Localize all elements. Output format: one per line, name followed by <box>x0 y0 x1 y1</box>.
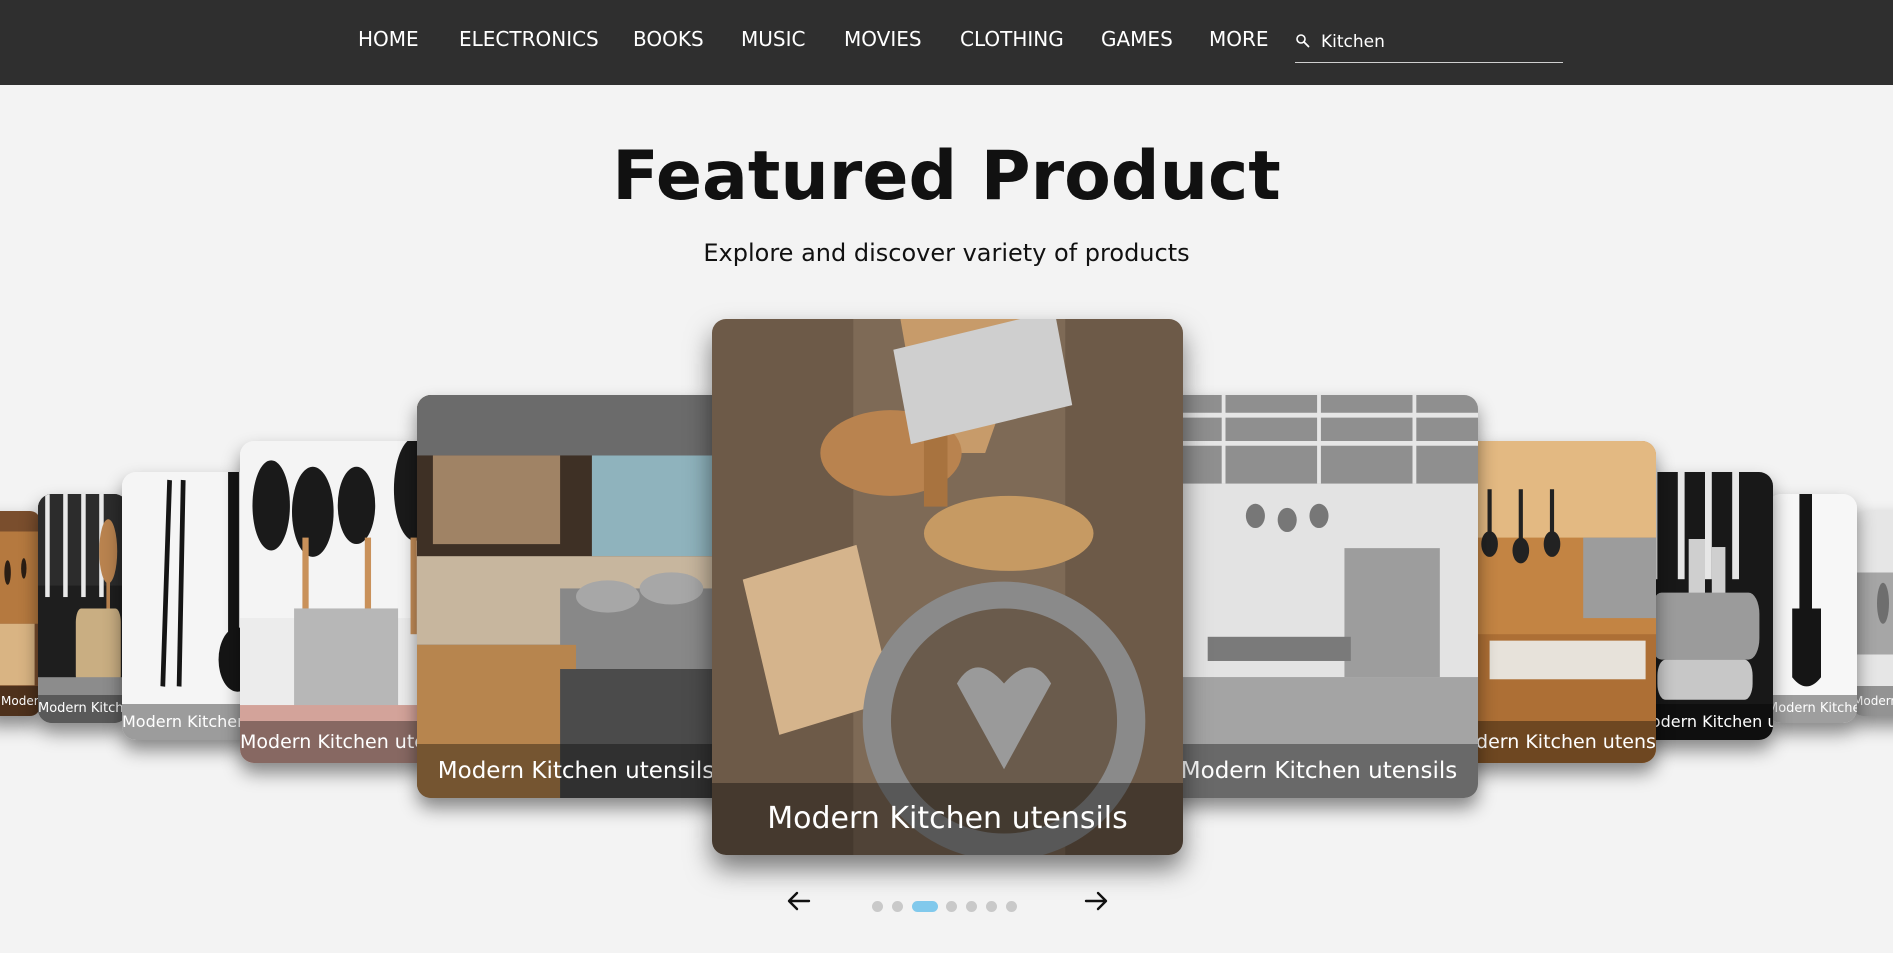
search-input[interactable] <box>1321 27 1557 57</box>
pagination-dot-active[interactable] <box>912 901 938 912</box>
nav-electronics[interactable]: ELECTRONICS <box>459 25 599 53</box>
spatula-image <box>1767 494 1857 723</box>
carousel-slide-active[interactable]: Modern Kitchen utensils <box>712 319 1183 855</box>
carousel-slide[interactable]: Modern Kitchen utensils <box>0 511 40 716</box>
carousel-next-button[interactable] <box>1082 887 1110 915</box>
navbar: HOME ELECTRONICS BOOKS MUSIC MOVIES CLOT… <box>0 0 1893 85</box>
slide-caption: Modern Kitchen utensils <box>0 686 40 716</box>
slide-caption: Modern Kitchen utensils <box>38 695 128 723</box>
pagination-dot[interactable] <box>986 901 997 912</box>
carousel-slide[interactable]: Modern Kitchen utensils <box>38 494 128 723</box>
carousel-slide[interactable]: Modern Kitchen utensils <box>1160 395 1478 798</box>
slide-caption: Modern Kitchen utensils <box>1160 744 1478 798</box>
carousel-slide[interactable]: Modern Kitchen utensils <box>1637 472 1773 740</box>
tongs-ladle-image <box>122 472 258 740</box>
nav-movies[interactable]: MOVIES <box>844 25 922 53</box>
slide-caption: Modern Kitchen utensils <box>1853 686 1893 716</box>
carousel-prev-button[interactable] <box>785 887 813 915</box>
nav-music[interactable]: MUSIC <box>741 25 805 53</box>
pagination-dot[interactable] <box>946 901 957 912</box>
slide-caption: Modern Kitchen utensils <box>417 744 735 798</box>
page-title: Featured Product <box>612 137 1281 216</box>
product-carousel: Modern Kitchen utensils Modern Kitchen u… <box>0 300 1893 870</box>
carousel-slide[interactable]: Modern Kitchen utensils <box>1853 511 1893 716</box>
warm-kitchen-image <box>1448 441 1656 763</box>
carousel-slide[interactable]: Modern Kitchen utensils <box>1448 441 1656 763</box>
arrow-left-icon <box>787 891 811 911</box>
nav-books[interactable]: BOOKS <box>633 25 704 53</box>
nav-home[interactable]: HOME <box>358 25 419 53</box>
pagination-dot[interactable] <box>892 901 903 912</box>
carousel-slide[interactable]: Modern Kitchen utensils <box>1767 494 1857 723</box>
wooden-utensils-image <box>712 319 1183 855</box>
carousel-pagination <box>872 901 1032 915</box>
pagination-dot[interactable] <box>1006 901 1017 912</box>
search-icon[interactable] <box>1295 33 1311 49</box>
arrow-right-icon <box>1084 891 1108 911</box>
industrial-kitchen-image <box>1160 395 1478 798</box>
kitchen-stove-image <box>417 395 735 798</box>
slide-caption: Modern Kitchen utensils <box>1637 704 1773 740</box>
nav-games[interactable]: GAMES <box>1101 25 1173 53</box>
nav-more[interactable]: MORE <box>1209 25 1269 53</box>
slide-caption: Modern Kitchen utensils <box>712 783 1183 855</box>
steel-pots-image <box>1637 472 1773 740</box>
slide-caption: Modern Kitchen utensils <box>1448 721 1656 763</box>
pagination-dot[interactable] <box>966 901 977 912</box>
nav-clothing[interactable]: CLOTHING <box>960 25 1064 53</box>
page-subtitle: Explore and discover variety of products <box>703 239 1190 267</box>
carousel-slide[interactable]: Modern Kitchen utensils <box>417 395 735 798</box>
carousel-slide[interactable]: Modern Kitchen utensils <box>122 472 258 740</box>
search-box <box>1295 25 1563 63</box>
utensils-basket-image <box>38 494 128 723</box>
pagination-dot[interactable] <box>872 901 883 912</box>
slide-caption: Modern Kitchen utensils <box>1767 695 1857 723</box>
slide-caption: Modern Kitchen utensils <box>122 704 258 740</box>
